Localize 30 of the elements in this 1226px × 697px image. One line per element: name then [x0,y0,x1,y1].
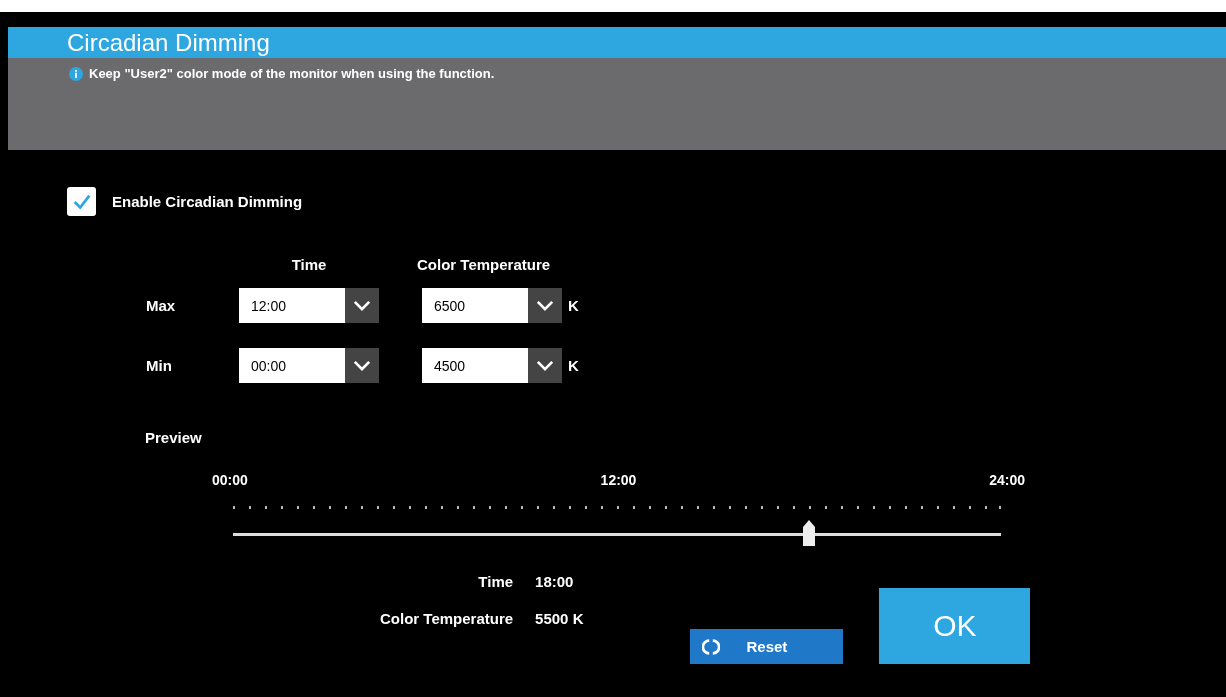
scale-label: 00:00 [212,472,248,488]
window-title: Circadian Dimming [67,28,270,57]
row-label: Min [146,357,173,374]
unit-label: K [568,297,580,314]
readout-value: 5500 K [535,610,584,627]
notice-text: Keep "User2" color mode of the monitor when using the function. [89,66,495,81]
preview-label: Preview [145,429,203,446]
info-icon [69,67,83,81]
chevron-down-icon [353,300,371,311]
scale-label: 24:00 [989,472,1025,488]
readout-value: 18:00 [535,573,575,590]
time-dropdown[interactable]: 00:00 [239,348,379,383]
column-header: Color Temperature [417,256,552,273]
temperature-dropdown[interactable]: 6500 [422,288,562,323]
time-dropdown[interactable]: 12:00 [239,288,379,323]
chevron-down-icon [353,360,371,371]
scale-label: 12:00 [600,472,637,488]
temperature-dropdown[interactable]: 4500 [422,348,562,383]
chevron-down-icon [536,300,554,311]
enable-checkbox[interactable] [67,187,96,216]
unit-label: K [568,357,580,374]
reset-button[interactable]: Reset [690,629,844,664]
readout-label: Time [477,573,514,590]
slider-thumb[interactable] [802,519,816,547]
readout-label: Color Temperature [380,610,514,627]
enable-label: Enable Circadian Dimming [112,193,303,210]
column-header: Time [290,256,328,273]
chevron-down-icon [536,360,554,371]
refresh-icon [702,637,721,656]
row-label: Max [146,297,177,314]
